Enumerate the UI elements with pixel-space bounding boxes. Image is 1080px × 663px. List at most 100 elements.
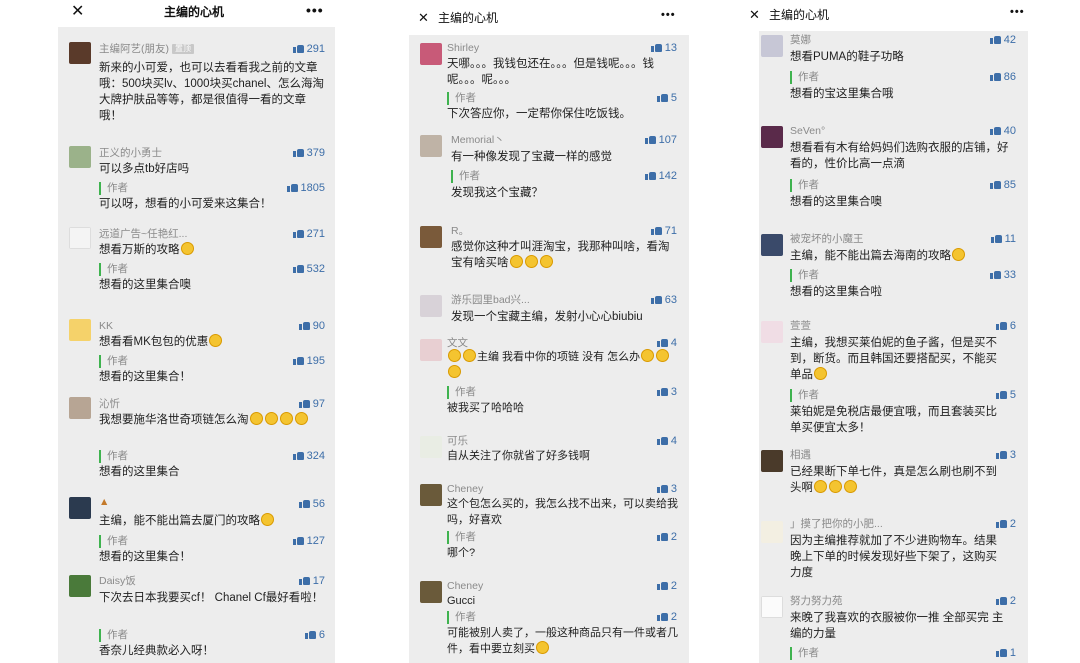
- avatar[interactable]: [761, 35, 783, 57]
- reply-like-button[interactable]: 324: [292, 450, 325, 463]
- commenter-name[interactable]: 游乐园里bad兴...: [451, 294, 530, 307]
- commenter-name[interactable]: Cheney: [447, 580, 483, 593]
- avatar[interactable]: [69, 319, 91, 341]
- commenter-name[interactable]: Cheney: [447, 483, 483, 496]
- comment-list: 主编阿艺(朋友) 置顶 291 新来的小可爱，也可以去看看我之前的文章哦：500块…: [58, 27, 335, 663]
- comment-text: 主编，能不能出篇去海南的攻略: [790, 248, 1018, 264]
- avatar[interactable]: [420, 581, 442, 603]
- commenter-name[interactable]: 莫娜: [790, 34, 811, 47]
- author-reply: 想看的这里集合: [99, 466, 180, 478]
- close-icon[interactable]: ✕: [71, 4, 84, 20]
- avatar[interactable]: [761, 521, 783, 543]
- author-reply: 可能被别人卖了，一般这种商品只有一件或者几件，看中要立刻买: [447, 627, 678, 655]
- like-button[interactable]: 17: [298, 575, 325, 588]
- reply-like-button[interactable]: 3: [656, 386, 677, 399]
- like-button[interactable]: 63: [650, 294, 677, 307]
- emoji-icon: [814, 367, 827, 380]
- reply-like-button[interactable]: 532: [292, 263, 325, 276]
- commenter-name[interactable]: Memorial丶: [451, 134, 505, 147]
- more-icon[interactable]: •••: [661, 10, 676, 21]
- like-button[interactable]: 2: [995, 595, 1016, 608]
- like-button[interactable]: 379: [292, 147, 325, 160]
- like-button[interactable]: 107: [644, 134, 677, 147]
- commenter-name[interactable]: 萱萱: [790, 320, 811, 333]
- reply-like-button[interactable]: 195: [292, 355, 325, 368]
- like-button[interactable]: 56: [298, 498, 325, 511]
- reply-like-button[interactable]: 1: [995, 647, 1016, 660]
- avatar[interactable]: [69, 575, 91, 597]
- reply-like-button[interactable]: 127: [292, 535, 325, 548]
- like-button[interactable]: 13: [650, 42, 677, 55]
- reply-like-button[interactable]: 6: [304, 629, 325, 642]
- like-button[interactable]: 2: [656, 580, 677, 593]
- commenter-name[interactable]: Daisy饭: [99, 575, 136, 588]
- like-button[interactable]: 3: [995, 449, 1016, 462]
- avatar[interactable]: [69, 397, 91, 419]
- like-button[interactable]: 90: [298, 320, 325, 333]
- like-button[interactable]: 2: [995, 518, 1016, 531]
- avatar[interactable]: [420, 226, 442, 248]
- commenter-name[interactable]: 文文: [447, 337, 468, 350]
- reply-like-button[interactable]: 1805: [286, 182, 325, 195]
- commenter-name[interactable]: R。: [451, 225, 469, 238]
- commenter-name[interactable]: 可乐: [447, 435, 468, 448]
- reply-like-button[interactable]: 2: [656, 611, 677, 624]
- commenter-name[interactable]: 相遇: [790, 449, 811, 462]
- thumbs-up-icon: [298, 498, 310, 508]
- commenter-name[interactable]: ▲: [99, 496, 109, 509]
- commenter-name[interactable]: 沁忻: [99, 398, 120, 411]
- comment-text: 可以多点tb好店吗: [99, 163, 190, 175]
- reply-like-button[interactable]: 142: [644, 170, 677, 183]
- like-button[interactable]: 11: [990, 233, 1016, 246]
- like-button[interactable]: 40: [989, 125, 1016, 138]
- avatar[interactable]: [761, 126, 783, 148]
- commenter-name[interactable]: KK: [99, 320, 113, 333]
- avatar[interactable]: [420, 436, 442, 458]
- avatar[interactable]: [69, 42, 91, 64]
- commenter-name[interactable]: Shirley: [447, 42, 479, 55]
- emoji-icon: [209, 334, 223, 347]
- avatar[interactable]: [420, 43, 442, 65]
- avatar[interactable]: [761, 450, 783, 472]
- avatar[interactable]: [761, 321, 783, 343]
- avatar[interactable]: [69, 227, 91, 249]
- avatar[interactable]: [420, 484, 442, 506]
- reply-like-button[interactable]: 86: [989, 71, 1016, 84]
- avatar[interactable]: [69, 146, 91, 168]
- commenter-name[interactable]: 被宠坏的小魔王: [790, 233, 864, 246]
- commenter-name[interactable]: 远道广告~任艳红...: [99, 228, 187, 241]
- like-button[interactable]: 42: [989, 34, 1016, 47]
- close-icon[interactable]: ✕: [418, 11, 429, 24]
- author-label: 作者: [790, 269, 819, 282]
- commenter-name[interactable]: SeVen°: [790, 125, 825, 138]
- avatar[interactable]: [420, 295, 442, 317]
- author-reply: 想看的宝这里集合哦: [790, 88, 894, 100]
- like-button[interactable]: 271: [292, 228, 325, 241]
- commenter-name[interactable]: 主编阿艺(朋友) 置顶: [99, 43, 194, 56]
- like-button[interactable]: 97: [298, 398, 325, 411]
- reply-like-button[interactable]: 33: [989, 269, 1016, 282]
- like-button[interactable]: 6: [995, 320, 1016, 333]
- avatar[interactable]: [420, 339, 442, 361]
- like-button[interactable]: 71: [650, 225, 677, 238]
- avatar[interactable]: [761, 596, 783, 618]
- like-button[interactable]: 4: [656, 435, 677, 448]
- reply-like-button[interactable]: 5: [656, 92, 677, 105]
- more-icon[interactable]: •••: [1010, 7, 1025, 18]
- commenter-name[interactable]: 努力努力苑: [790, 595, 843, 608]
- like-button[interactable]: 3: [656, 483, 677, 496]
- reply-like-button[interactable]: 85: [989, 179, 1016, 192]
- emoji-icon: [656, 349, 670, 362]
- avatar[interactable]: [69, 497, 91, 519]
- avatar[interactable]: [420, 135, 442, 157]
- more-icon[interactable]: •••: [306, 3, 324, 17]
- comment-item: Cheney 2 Gucci 作者 2 可能被别人卖了，一般这种商品只有一件或者…: [409, 578, 689, 663]
- like-button[interactable]: 291: [292, 43, 325, 56]
- commenter-name[interactable]: 正义的小勇士: [99, 147, 162, 160]
- reply-like-button[interactable]: 5: [995, 389, 1016, 402]
- thumbs-up-icon: [292, 228, 304, 238]
- avatar[interactable]: [761, 234, 783, 256]
- close-icon[interactable]: ✕: [749, 8, 760, 21]
- reply-like-button[interactable]: 2: [656, 531, 677, 544]
- commenter-name[interactable]: 」摸了把你的小肥...: [790, 518, 883, 531]
